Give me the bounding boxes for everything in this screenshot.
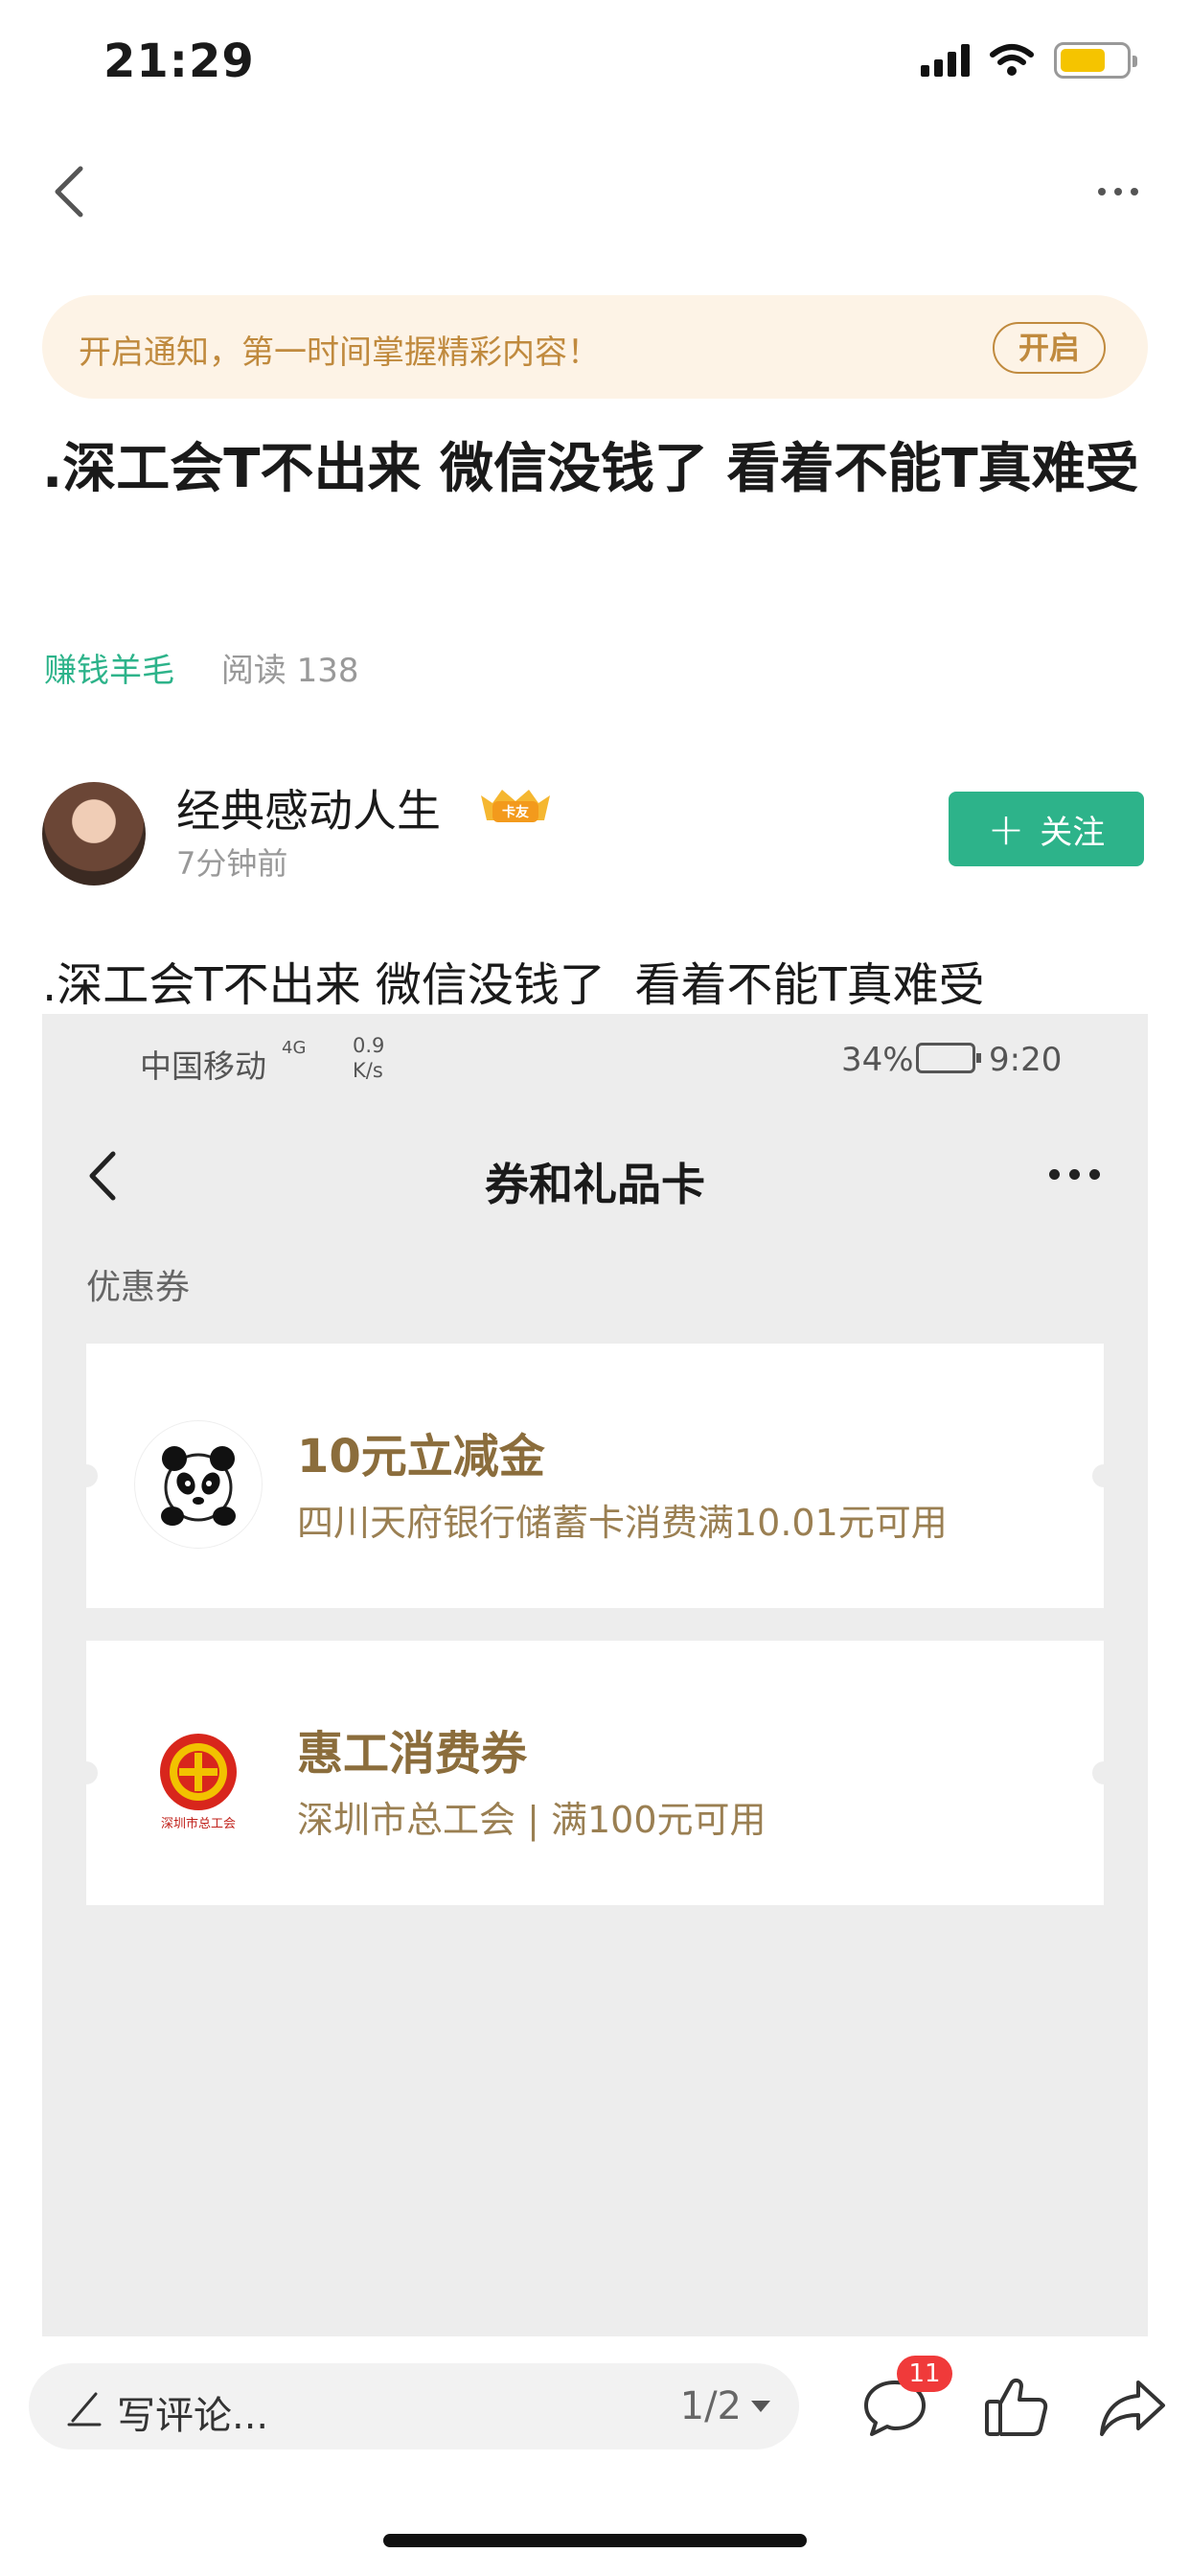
notification-text: 开启通知，第一时间掌握精彩内容！ [79,334,600,372]
article-body: .深工会T不出来 微信没钱了 看着不能T真难受 [42,958,985,1012]
wifi-icon [990,44,1034,76]
thumbs-up-icon[interactable] [979,2371,1052,2444]
coupon-name: 惠工消费券 [297,1727,528,1781]
page-indicator[interactable]: 1/2 [680,2384,770,2428]
enable-notification-button[interactable]: 开启 [993,322,1106,374]
battery-percent: 34% [841,1041,914,1079]
notification-banner: 开启通知，第一时间掌握精彩内容！ 开启 [42,295,1148,399]
more-dot-icon [1131,188,1138,196]
author-name[interactable]: 经典感动人生 [176,776,441,840]
status-icons [921,42,1137,79]
comment-placeholder: 写评论... [117,2394,269,2438]
bottom-toolbar: 写评论... 1/2 11 [0,2356,1190,2463]
home-indicator[interactable] [383,2534,807,2547]
coupon-card: 深圳市总工会 惠工消费券 深圳市总工会 | 满100元可用 [75,1641,1115,1905]
union-logo-text: 深圳市总工会 [161,1816,236,1831]
coupon-name: 10元立减金 [297,1430,545,1484]
screenshot-title: 券和礼品卡 [485,1159,705,1210]
more-dot-icon [1114,188,1122,196]
category-link[interactable]: 赚钱羊毛 [44,652,174,690]
network-speed: 0.9 K/s [353,1033,384,1083]
article-title: .深工会T不出来 微信没钱了 看着不能T真难受 [42,438,1139,500]
dropdown-triangle-icon [751,2401,770,2412]
plus-icon: + [987,803,1025,855]
top-nav [0,144,1190,240]
follow-button[interactable]: + 关注 [949,792,1144,866]
badge-label: 卡友 [502,804,529,820]
back-button[interactable] [42,163,100,220]
page-indicator-text: 1/2 [679,2384,742,2428]
section-label: 优惠券 [86,1268,191,1307]
speed-unit: K/s [353,1059,383,1082]
status-time: 21:29 [103,34,255,88]
coupon-desc: 深圳市总工会 | 满100元可用 [297,1799,767,1841]
avatar[interactable] [42,782,146,886]
chevron-left-icon [55,166,83,218]
card-friend-badge: 卡友 [481,790,550,822]
coupon-card: 10元立减金 四川天府银行储蓄卡消费满10.01元可用 [75,1344,1115,1608]
battery-icon [916,1043,981,1073]
comment-input[interactable]: 写评论... 1/2 [29,2363,799,2450]
share-icon[interactable] [1096,2371,1169,2444]
follow-label: 关注 [1040,813,1106,852]
carrier-name: 中国移动 [140,1047,266,1085]
more-icon [1049,1169,1100,1180]
article-meta: 赚钱羊毛 阅读 138 [44,644,359,691]
screenshot-status-bar: 中国移动 4G 0.9 K/s 34% 9:20 [42,1014,1148,1100]
embedded-screenshot[interactable]: 中国移动 4G 0.9 K/s 34% 9:20 券和礼品卡 优惠券 10元立减… [42,1014,1148,2336]
post-time: 7分钟前 [176,845,288,882]
read-count: 阅读 138 [220,652,359,690]
screenshot-nav: 券和礼品卡 [42,1129,1148,1225]
coupon-desc: 四川天府银行储蓄卡消费满10.01元可用 [297,1502,948,1544]
status-bar: 21:29 [0,0,1190,126]
comment-count-badge: 11 [897,2356,952,2392]
speed-value: 0.9 [353,1034,385,1057]
panda-logo-icon [134,1420,263,1549]
pen-icon [67,2392,102,2426]
network-type: 4G [282,1038,307,1058]
screenshot-clock: 9:20 [989,1041,1063,1079]
cellular-signal-icon [921,44,970,77]
more-dot-icon [1098,188,1106,196]
battery-icon [1054,42,1137,79]
more-button[interactable] [1085,172,1152,211]
union-logo-icon: 深圳市总工会 [134,1717,263,1846]
